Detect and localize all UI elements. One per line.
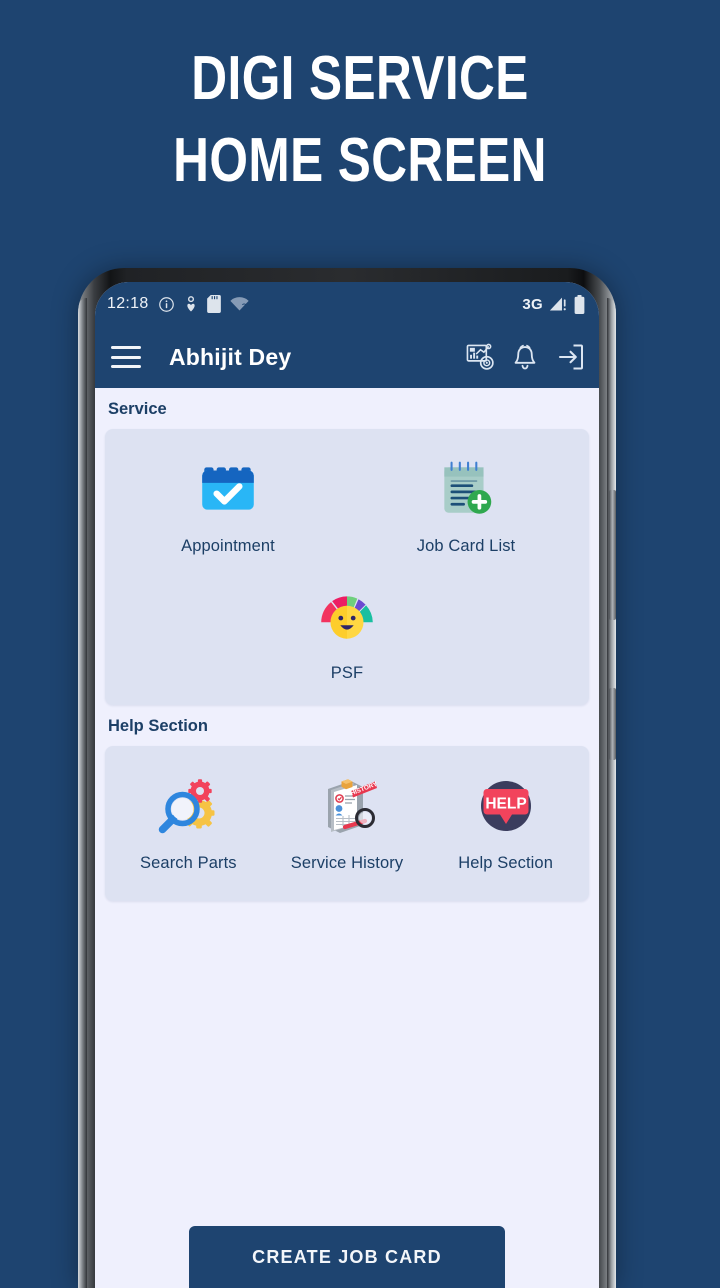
svg-text:HELP: HELP bbox=[485, 796, 526, 813]
logout-icon[interactable] bbox=[555, 342, 585, 372]
status-bar: 12:18 ? 3G bbox=[95, 282, 599, 326]
tile-service-history[interactable]: HISTORY Service History bbox=[268, 760, 427, 885]
tile-label: Appointment bbox=[181, 537, 275, 555]
clipboard-history-icon: HISTORY bbox=[311, 770, 383, 842]
device-right-rail bbox=[607, 298, 616, 1288]
magnifier-gears-icon bbox=[152, 770, 224, 842]
health-icon bbox=[184, 295, 198, 313]
calendar-check-icon bbox=[192, 453, 264, 525]
notification-bell-icon[interactable] bbox=[510, 342, 540, 372]
promo-line-1: DIGI SERVICE bbox=[191, 44, 529, 113]
tile-psf[interactable]: PSF bbox=[226, 570, 468, 695]
help-card: Search Parts HISTORY Service History HEL… bbox=[105, 746, 589, 901]
page-title: Abhijit Dey bbox=[169, 343, 292, 370]
app-bar: Abhijit Dey bbox=[95, 326, 599, 388]
tile-label: Help Section bbox=[458, 854, 553, 872]
phone-mockup: 12:18 ? 3G Abhijit Dey Service Appointme… bbox=[78, 268, 616, 1288]
battery-icon bbox=[574, 294, 585, 314]
tile-label: Job Card List bbox=[416, 537, 516, 555]
promo-line-2: HOME SCREEN bbox=[173, 125, 547, 195]
network-type-label: 3G bbox=[522, 295, 543, 313]
promo-headline: DIGI SERVICE HOME SCREEN bbox=[72, 38, 648, 202]
hamburger-menu-icon[interactable] bbox=[111, 346, 141, 368]
phone-screen: 12:18 ? 3G Abhijit Dey Service Appointme… bbox=[95, 282, 599, 1288]
home-content: Service Appointment Job Card List PSF He… bbox=[95, 388, 599, 1288]
tile-appointment[interactable]: Appointment bbox=[109, 443, 347, 568]
wifi-unknown-icon: ? bbox=[229, 296, 249, 312]
section-title-help: Help Section bbox=[108, 717, 208, 735]
info-icon bbox=[158, 296, 175, 313]
app-bar-actions bbox=[465, 342, 585, 372]
volume-button[interactable] bbox=[609, 688, 616, 760]
notepad-add-icon bbox=[430, 453, 502, 525]
tile-label: Service History bbox=[290, 854, 404, 872]
cta-container: CREATE JOB CARD bbox=[95, 1226, 599, 1288]
signal-alert-icon bbox=[549, 296, 568, 313]
service-card: Appointment Job Card List PSF bbox=[105, 429, 589, 705]
svg-text:?: ? bbox=[241, 301, 246, 310]
analytics-dashboard-icon[interactable] bbox=[465, 342, 495, 372]
device-left-rail bbox=[78, 298, 87, 1288]
power-button[interactable] bbox=[609, 490, 616, 620]
create-job-card-button[interactable]: CREATE JOB CARD bbox=[189, 1226, 505, 1288]
tile-job-card-list[interactable]: Job Card List bbox=[347, 443, 585, 568]
tile-label: PSF bbox=[330, 664, 364, 682]
status-time: 12:18 bbox=[107, 295, 149, 312]
tile-search-parts[interactable]: Search Parts bbox=[109, 760, 268, 885]
help-bubble-icon: HELP bbox=[470, 770, 542, 842]
satisfaction-gauge-icon bbox=[311, 580, 383, 652]
sd-card-icon bbox=[206, 295, 221, 313]
tile-help-section[interactable]: HELP Help Section bbox=[426, 760, 585, 885]
tile-label: Search Parts bbox=[140, 854, 237, 872]
section-title-service: Service bbox=[108, 400, 167, 418]
